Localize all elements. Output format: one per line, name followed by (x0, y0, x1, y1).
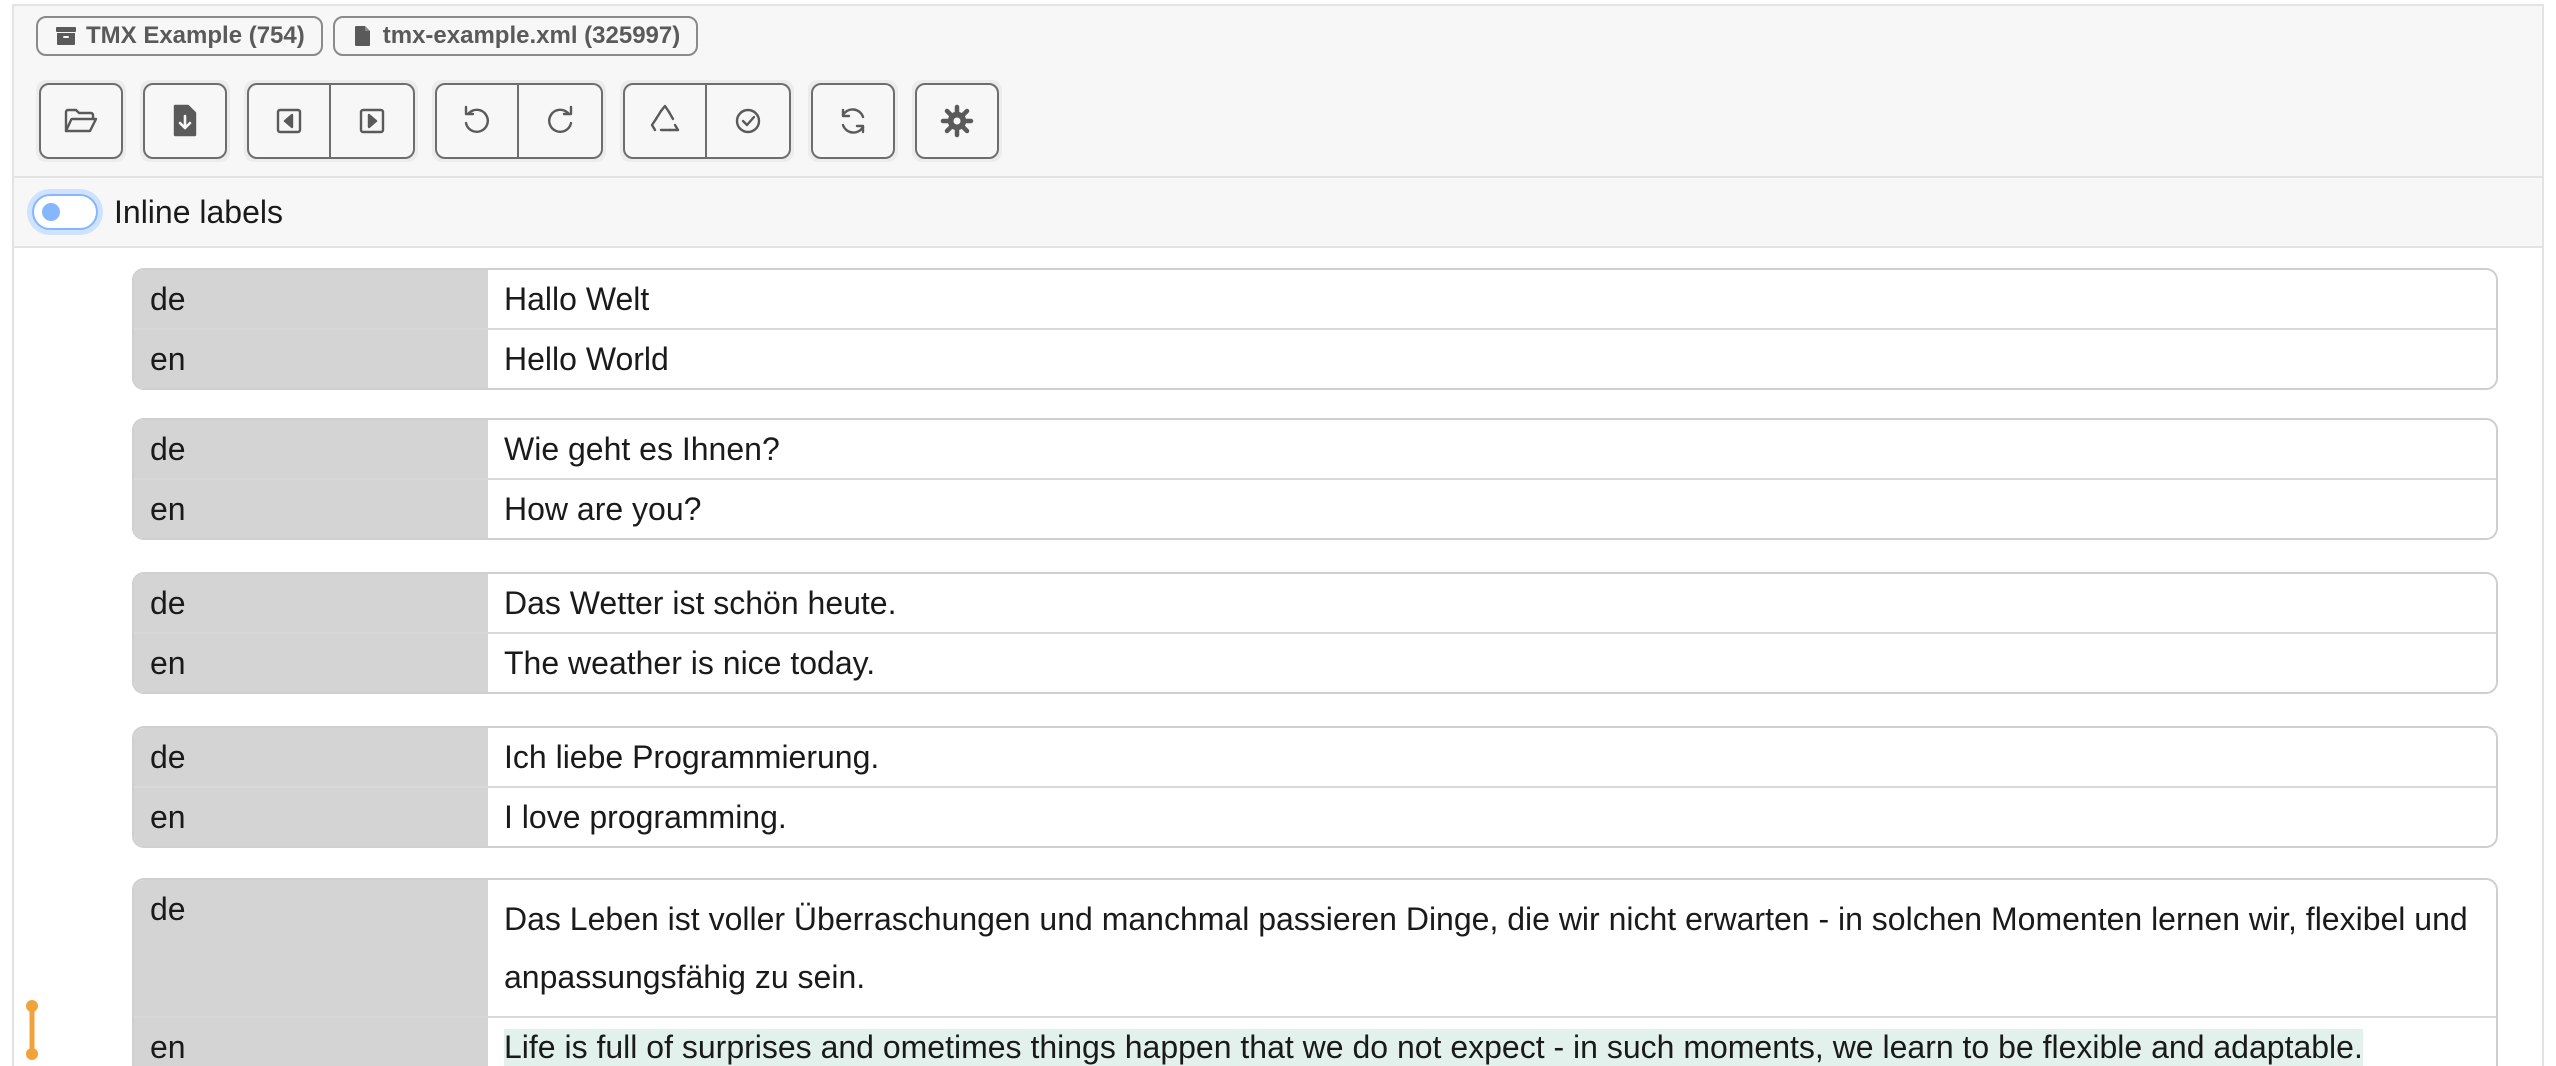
lang-code: de (134, 574, 488, 632)
segment-text[interactable]: The weather is nice today. (488, 634, 2496, 692)
segment-text[interactable]: Ich liebe Programmierung. (488, 728, 2496, 786)
inline-labels-bar: Inline labels (14, 176, 2542, 248)
sync-button[interactable] (811, 83, 895, 159)
toggle-knob (42, 203, 60, 221)
lang-code: de (134, 880, 488, 1016)
previous-button[interactable] (247, 83, 331, 159)
translation-unit: de Ich liebe Programmierung. en I love p… (132, 726, 2498, 848)
redo-button[interactable] (519, 83, 603, 159)
translation-unit: de Wie geht es Ihnen? en How are you? (132, 418, 2498, 540)
translation-unit: de Das Wetter ist schön heute. en The we… (132, 572, 2498, 694)
tuv-row: de Das Leben ist voller Überraschungen u… (134, 880, 2496, 1016)
header: TMX Example (754) tmx-example.xml (32599… (14, 6, 2542, 176)
toolbar-group-history (432, 80, 606, 162)
file-chip-label: tmx-example.xml (325997) (382, 22, 681, 49)
tuv-row: de Ich liebe Programmierung. (134, 728, 2496, 786)
settings-button[interactable] (915, 83, 999, 159)
toolbar-group-open (36, 80, 126, 162)
segment-text[interactable]: Das Wetter ist schön heute. (488, 574, 2496, 632)
app-window: TMX Example (754) tmx-example.xml (32599… (12, 4, 2544, 1066)
download-button[interactable] (143, 83, 227, 159)
lang-code: en (134, 788, 488, 846)
breadcrumb: TMX Example (754) tmx-example.xml (32599… (36, 16, 699, 56)
undo-icon (464, 105, 489, 133)
toolbar-group-sync (808, 80, 898, 162)
segment-text[interactable]: Hallo Welt (488, 270, 2496, 328)
highlighted-segment[interactable]: Life is full of surprises and ometimes t… (504, 1029, 2363, 1066)
tuv-row: en Life is full of surprises and ometime… (134, 1016, 2496, 1066)
tuv-row: en Hello World (134, 328, 2496, 388)
toolbar-group-actions (620, 80, 794, 162)
text-cursor-icon (26, 1000, 38, 1060)
lang-code: de (134, 728, 488, 786)
prev-icon (276, 108, 302, 134)
recycle-button[interactable] (623, 83, 707, 159)
redo-icon (548, 105, 573, 133)
check-circle-icon (735, 108, 761, 134)
gear-icon (940, 104, 974, 138)
next-button[interactable] (331, 83, 415, 159)
inline-labels-toggle[interactable] (32, 194, 98, 230)
file-download-icon (173, 104, 197, 137)
segment-text[interactable]: I love programming. (488, 788, 2496, 846)
lang-code: de (134, 420, 488, 478)
segment-text-editing[interactable]: Life is full of surprises and ometimes t… (488, 1018, 2496, 1066)
toolbar-group-nav (244, 80, 418, 162)
toolbar (36, 80, 1002, 162)
project-chip[interactable]: TMX Example (754) (36, 16, 323, 56)
translation-units-list: de Hallo Welt en Hello World de Wie geht… (14, 248, 2542, 1066)
archive-icon (56, 27, 76, 45)
undo-button[interactable] (435, 83, 519, 159)
segment-text[interactable]: How are you? (488, 480, 2496, 538)
lang-code: en (134, 330, 488, 388)
file-icon (354, 26, 370, 46)
tuv-row: de Hallo Welt (134, 270, 2496, 328)
lang-code: en (134, 480, 488, 538)
inline-labels-label: Inline labels (114, 193, 283, 230)
segment-text[interactable]: Hello World (488, 330, 2496, 388)
next-icon (359, 108, 385, 134)
lang-code: de (134, 270, 488, 328)
file-chip[interactable]: tmx-example.xml (325997) (332, 16, 699, 56)
tuv-row: en How are you? (134, 478, 2496, 538)
segment-text[interactable]: Das Leben ist voller Überraschungen und … (488, 880, 2496, 1016)
toolbar-group-download (140, 80, 230, 162)
lang-code: en (134, 634, 488, 692)
segment-text[interactable]: Wie geht es Ihnen? (488, 420, 2496, 478)
project-chip-label: TMX Example (754) (86, 22, 305, 49)
lang-code: en (134, 1018, 488, 1066)
tuv-row: de Wie geht es Ihnen? (134, 420, 2496, 478)
recycle-icon (650, 104, 680, 132)
open-file-button[interactable] (39, 83, 123, 159)
validate-button[interactable] (707, 83, 791, 159)
tuv-row: en The weather is nice today. (134, 632, 2496, 692)
translation-unit-active: de Das Leben ist voller Überraschungen u… (132, 878, 2498, 1066)
toolbar-group-settings (912, 80, 1002, 162)
sync-icon (841, 108, 865, 134)
folder-open-icon (64, 108, 98, 133)
tuv-row: de Das Wetter ist schön heute. (134, 574, 2496, 632)
tuv-row: en I love programming. (134, 786, 2496, 846)
translation-unit: de Hallo Welt en Hello World (132, 268, 2498, 390)
